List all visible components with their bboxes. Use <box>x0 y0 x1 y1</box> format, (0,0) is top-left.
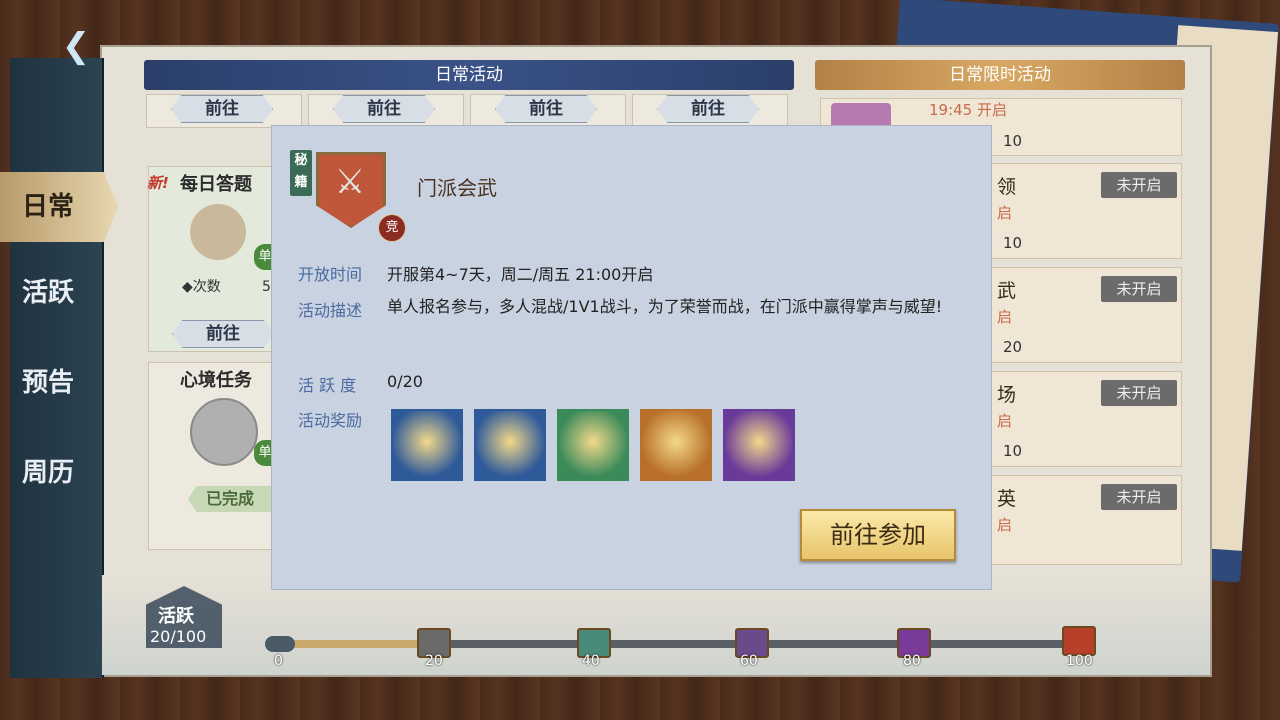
nav-item-daily[interactable]: 日常 <box>0 172 118 242</box>
competitive-badge: 竞 <box>378 214 406 242</box>
open-time-value: 开服第4~7天，周二/周五 21:00开启 <box>387 265 654 284</box>
scroll-icon <box>190 204 246 260</box>
description-text: 单人报名参与，多人混战/1V1战斗，为了荣誉而战，在门派中赢得掌声与威望! <box>387 297 943 316</box>
description-label: 活动描述 <box>298 301 363 320</box>
limited-activity-header: 日常限时活动 <box>815 60 1185 90</box>
limited-item-points: 10 <box>1003 234 1023 252</box>
green-crystal-icon[interactable] <box>557 409 629 481</box>
count-label: ◆次数 <box>182 279 221 295</box>
modal-title: 门派会武 <box>417 176 497 200</box>
golden-swirl-icon[interactable] <box>391 409 463 481</box>
card-title: 每日答题 <box>180 174 252 195</box>
open-time-label: 开放时间 <box>298 265 363 284</box>
goto-button[interactable]: 前往 <box>171 95 273 123</box>
goto-button[interactable]: 前往 <box>333 95 435 123</box>
activity-points-value: 0/20 <box>387 372 423 391</box>
chest-icon[interactable] <box>1062 626 1096 656</box>
milestone-label: 80 <box>903 653 921 669</box>
limited-item-name: 武 <box>997 280 1017 302</box>
milestone-label: 20 <box>425 653 443 669</box>
limited-item-name: 领 <box>997 176 1017 198</box>
limited-item-name: 英 <box>997 488 1017 510</box>
nav-item-preview[interactable]: 预告 <box>0 348 118 418</box>
activity-detail-modal: 秘籍 ⚔ 竞 门派会武 开放时间 开服第4~7天，周二/周五 21:00开启 活… <box>271 125 992 590</box>
milestone-label: 100 <box>1066 653 1093 669</box>
progress-start-marker <box>265 636 295 652</box>
crossed-swords-icon: ⚔ <box>334 162 366 202</box>
secret-tag: 秘籍 <box>290 150 312 196</box>
nav-item-calendar[interactable]: 周历 <box>0 438 118 508</box>
status-badge: 未开启 <box>1101 276 1177 302</box>
limited-item-time: 启 <box>997 412 1013 430</box>
count-value: 5 <box>262 279 271 295</box>
secret-book-icon[interactable] <box>640 409 712 481</box>
character-portrait-icon <box>190 398 258 466</box>
status-badge: 未开启 <box>1101 380 1177 406</box>
limited-item-points: 10 <box>1003 132 1023 150</box>
status-badge: 未开启 <box>1101 484 1177 510</box>
limited-item-time: 启 <box>997 204 1013 222</box>
moon-ring-icon[interactable] <box>723 409 795 481</box>
nav-item-active[interactable]: 活跃 <box>0 258 118 328</box>
mountain-scenery <box>102 575 1210 675</box>
join-activity-button[interactable]: 前往参加 <box>800 509 956 561</box>
limited-item-time: 启 <box>997 308 1013 326</box>
completed-status: 已完成 <box>188 486 272 512</box>
limited-item-points: 20 <box>1003 338 1023 356</box>
milestone-label: 60 <box>740 653 758 669</box>
card-title: 心境任务 <box>180 370 252 391</box>
milestone-label: 40 <box>582 653 600 669</box>
status-badge: 未开启 <box>1101 172 1177 198</box>
new-badge: 新! <box>147 174 169 192</box>
limited-item-name: 场 <box>997 384 1017 406</box>
activity-value: 20/100 <box>150 627 207 646</box>
activity-points-label: 活 跃 度 <box>298 376 357 395</box>
goto-button[interactable]: 前往 <box>657 95 759 123</box>
activity-label: 活跃 <box>158 606 194 627</box>
reward-label: 活动奖励 <box>298 411 363 430</box>
golden-orb-icon[interactable] <box>474 409 546 481</box>
back-arrow-icon[interactable]: ❮ <box>52 26 100 66</box>
goto-button[interactable]: 前往 <box>495 95 597 123</box>
limited-item-points: 10 <box>1003 442 1023 460</box>
milestone-label: 0 <box>274 653 283 669</box>
goto-button[interactable]: 前往 <box>172 320 274 348</box>
daily-activity-header: 日常活动 <box>144 60 794 90</box>
limited-item-time: 19:45 开启 <box>929 101 1007 119</box>
limited-item-time: 启 <box>997 516 1013 534</box>
